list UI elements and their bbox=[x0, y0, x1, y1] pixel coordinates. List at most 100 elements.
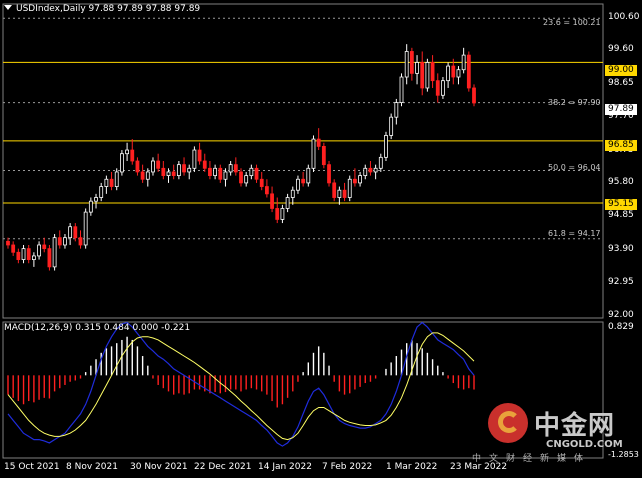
candle-bull bbox=[37, 244, 41, 257]
time-axis-label: 8 Nov 2021 bbox=[66, 462, 118, 472]
candle-bear bbox=[321, 145, 326, 166]
candle-bull bbox=[290, 189, 295, 198]
candle-bull bbox=[399, 76, 404, 103]
candle-bear bbox=[16, 251, 21, 260]
candle-bear bbox=[316, 138, 321, 147]
candle-bear bbox=[420, 62, 425, 89]
candle-bull bbox=[176, 164, 181, 177]
candle-bull bbox=[347, 178, 352, 198]
symbol-header[interactable]: USDIndex,Daily 97.88 97.89 97.88 97.89 bbox=[4, 4, 200, 14]
candle-bear bbox=[466, 54, 471, 89]
macd-axis-top: 0.829 bbox=[608, 322, 634, 332]
candle-bear bbox=[156, 160, 161, 169]
symbol-line: USDIndex,Daily 97.88 97.89 97.88 97.89 bbox=[16, 4, 201, 14]
candle-bull bbox=[83, 211, 88, 246]
candle-bull bbox=[21, 248, 26, 260]
candle-bear bbox=[202, 160, 207, 169]
candle-bear bbox=[332, 182, 337, 198]
candle-bear bbox=[233, 164, 238, 173]
candle-bull bbox=[306, 167, 311, 184]
candle-bull bbox=[52, 237, 57, 268]
level-lines bbox=[3, 17, 603, 240]
candle-bull bbox=[373, 167, 378, 173]
candle-bear bbox=[171, 171, 176, 177]
candle-bull bbox=[125, 149, 129, 155]
watermark-sub: 中文财经新媒体 bbox=[472, 454, 592, 464]
candle-bull bbox=[415, 62, 419, 74]
candle-bull bbox=[120, 153, 124, 173]
candle-bear bbox=[26, 248, 31, 260]
candle-bear bbox=[57, 237, 62, 246]
candle-bull bbox=[384, 135, 388, 158]
candle-bear bbox=[409, 51, 414, 74]
candle-bull bbox=[456, 69, 461, 78]
time-axis-label: 7 Feb 2022 bbox=[322, 462, 373, 472]
candle-bear bbox=[218, 167, 223, 180]
fibo-236-label: 23.6 = 100.21 bbox=[543, 18, 601, 27]
candle-bear bbox=[435, 80, 440, 96]
watermark: 中金网 CNGOLD.COM 中文财经新媒体 bbox=[472, 403, 628, 464]
candle-bull bbox=[104, 178, 109, 187]
fibo-382-label: 38.2 = 97.90 bbox=[548, 98, 601, 107]
candle-bear bbox=[140, 171, 145, 180]
triangle-down-icon[interactable] bbox=[4, 5, 12, 10]
candle-bear bbox=[270, 193, 274, 209]
candle-bear bbox=[472, 87, 476, 104]
time-axis-label: 15 Oct 2021 bbox=[4, 462, 60, 472]
time-axis-label: 22 Dec 2021 bbox=[194, 462, 252, 472]
fibo-500-label: 50.0 = 96.04 bbox=[548, 163, 601, 172]
candle-bear bbox=[73, 226, 78, 239]
candle-bull bbox=[358, 175, 362, 184]
candle-bear bbox=[161, 167, 166, 177]
time-axis-label: 30 Nov 2021 bbox=[130, 462, 188, 472]
candle-bull bbox=[68, 226, 73, 239]
price-axis-label: 99.60 bbox=[608, 44, 634, 54]
candle-bear bbox=[6, 240, 10, 246]
candle-bull bbox=[145, 171, 150, 180]
candle-bull bbox=[192, 149, 197, 169]
candle-bear bbox=[239, 171, 243, 184]
level-99-tag: 99.00 bbox=[605, 65, 637, 76]
candle-bull bbox=[404, 51, 409, 78]
price-panel-border bbox=[2, 3, 604, 319]
candle-bull bbox=[114, 171, 119, 187]
candle-bear bbox=[47, 248, 52, 268]
current-price-tag: 97.89 bbox=[605, 104, 637, 115]
candle-bear bbox=[368, 167, 373, 173]
candle-bull bbox=[280, 208, 285, 220]
candle-bull bbox=[99, 186, 104, 198]
candle-bear bbox=[78, 237, 83, 246]
price-axis-label: 94.85 bbox=[608, 210, 634, 220]
candle-bull bbox=[151, 160, 155, 173]
time-axis-label: 1 Mar 2022 bbox=[386, 462, 438, 472]
watermark-cn: 中金网 bbox=[534, 411, 616, 441]
candle-bull bbox=[63, 237, 67, 246]
fibo-618-label: 61.8 = 94.17 bbox=[548, 229, 601, 238]
candle-bear bbox=[353, 178, 357, 184]
candle-bear bbox=[301, 178, 306, 184]
time-axis-label: 14 Jan 2022 bbox=[258, 462, 312, 472]
candle-bull bbox=[441, 80, 445, 96]
candle-bear bbox=[130, 149, 135, 162]
price-axis-label: 100.60 bbox=[608, 12, 640, 22]
candle-bull bbox=[166, 171, 171, 177]
watermark-en: CNGOLD.COM bbox=[546, 439, 623, 450]
candle-bull bbox=[244, 175, 249, 184]
candle-bear bbox=[430, 62, 435, 82]
candle-bull bbox=[461, 54, 466, 71]
candle-bear bbox=[259, 178, 264, 187]
candle-bull bbox=[228, 164, 233, 173]
price-axis-label: 92.95 bbox=[608, 277, 634, 287]
price-axis-label: 98.65 bbox=[608, 78, 634, 88]
candle-bull bbox=[187, 167, 192, 173]
candle-bull bbox=[88, 200, 93, 213]
level-9685-tag: 96.85 bbox=[605, 140, 637, 151]
candle-bear bbox=[275, 208, 280, 220]
candle-bull bbox=[94, 197, 98, 202]
candle-bear bbox=[342, 189, 347, 198]
candle-bull bbox=[394, 102, 399, 118]
candle-bull bbox=[249, 167, 254, 177]
candle-bull bbox=[285, 197, 290, 209]
price-axis-label: 95.80 bbox=[608, 177, 634, 187]
candle-bear bbox=[208, 167, 212, 177]
